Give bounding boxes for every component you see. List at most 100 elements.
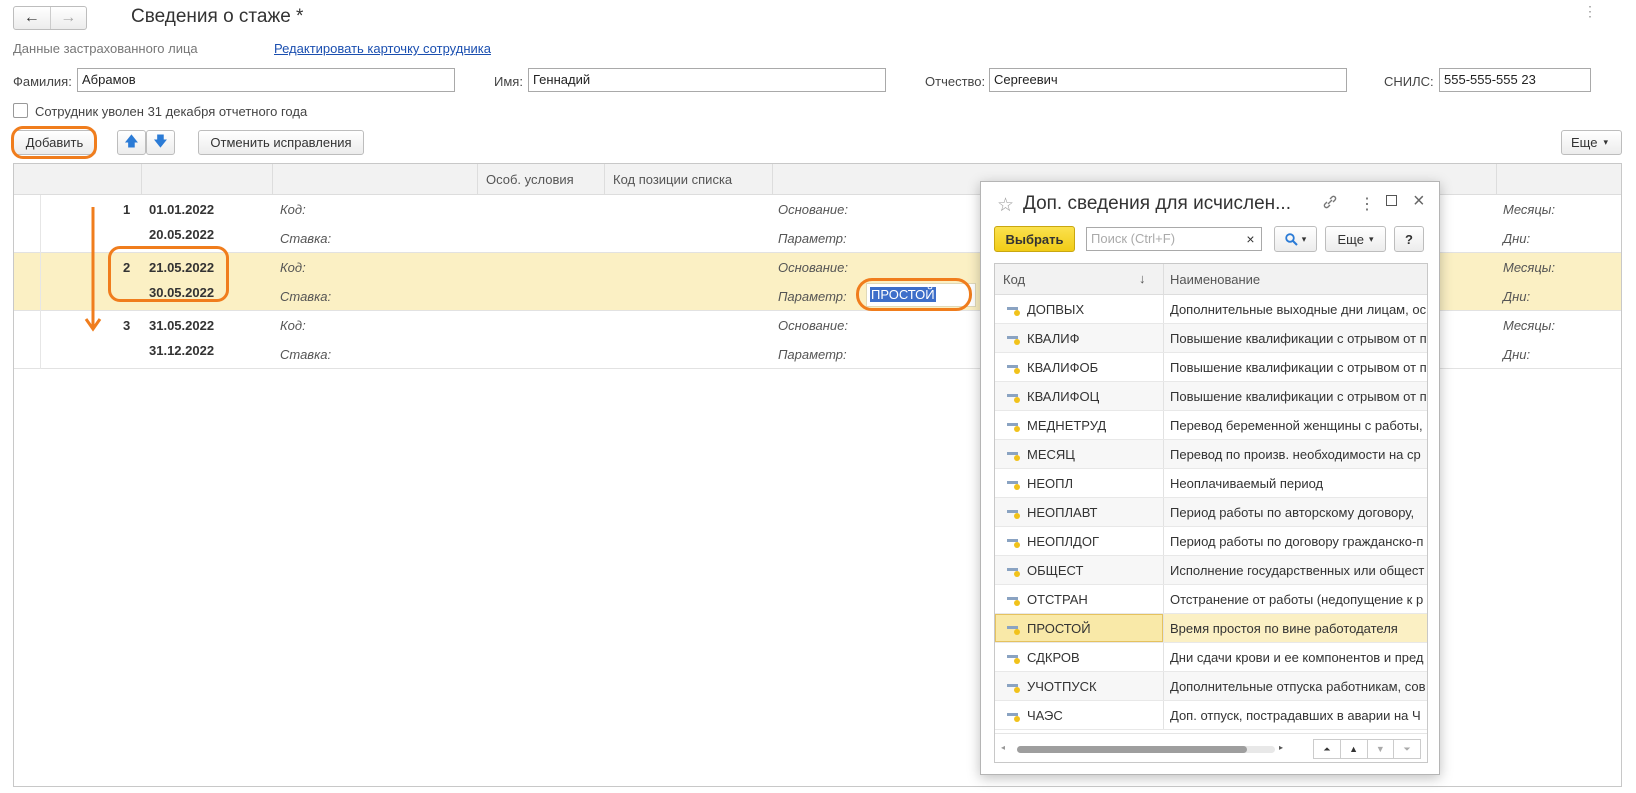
column-divider (1163, 353, 1164, 381)
item-code: УЧОТПУСК (1027, 679, 1097, 694)
column-divider (1163, 382, 1164, 410)
window-menu-icon[interactable]: ⋮ (1583, 4, 1597, 18)
param-highlight (856, 278, 972, 311)
close-icon[interactable]: × (1413, 190, 1425, 213)
start-date[interactable]: 01.01.2022 (149, 202, 214, 217)
col-name-header[interactable]: Наименование (1170, 272, 1260, 287)
name-label: Имя: (494, 74, 523, 89)
catalog-item-icon (1007, 336, 1020, 345)
item-name: Перевод по произв. необходимости на ср (1170, 447, 1421, 462)
list-item[interactable]: КВАЛИФОЦ Повышение квалификации с отрывом… (995, 382, 1427, 411)
snils-field[interactable]: 555-555-555 23 (1439, 68, 1591, 92)
dialog-title: Доп. сведения для исчислен... (1023, 193, 1291, 214)
edit-employee-link[interactable]: Редактировать карточку сотрудника (274, 41, 491, 56)
more-button[interactable]: Еще ▾ (1561, 130, 1622, 155)
dialog-menu-icon[interactable]: ⋮ (1359, 194, 1375, 214)
list-item[interactable]: НЕОПЛ Неоплачиваемый период (995, 469, 1427, 498)
list-item[interactable]: УЧОТПУСК Дополнительные отпуска работника… (995, 672, 1427, 701)
catalog-item-icon (1007, 423, 1020, 432)
scroll-left-icon[interactable]: ◂ (1001, 743, 1005, 752)
end-date[interactable]: 20.05.2022 (149, 227, 214, 242)
catalog-item-icon (1007, 452, 1020, 461)
move-down-icon[interactable]: 🡇 (146, 130, 175, 155)
dialog-more-button[interactable]: Еще ▾ (1325, 226, 1386, 252)
dismissed-label: Сотрудник уволен 31 декабря отчетного го… (35, 104, 308, 119)
name-field[interactable]: Геннадий (528, 68, 886, 92)
param-label: Параметр: (778, 347, 847, 362)
end-date[interactable]: 31.12.2022 (149, 343, 214, 358)
start-date[interactable]: 31.05.2022 (149, 318, 214, 333)
list-item[interactable]: ОБЩЕСТ Исполнение государственных или общ… (995, 556, 1427, 585)
list-item[interactable]: НЕОПЛАВТ Период работы по авторскому дого… (995, 498, 1427, 527)
col-code-header[interactable]: Код (1003, 272, 1025, 287)
sort-desc-icon[interactable]: ↓ (1139, 271, 1146, 286)
list-item[interactable]: ОТСТРАН Отстранение от работы (недопущени… (995, 585, 1427, 614)
forward-arrow-icon[interactable]: → (49, 7, 87, 29)
chevron-down-icon: ▾ (1603, 137, 1608, 147)
code-label: Код: (280, 260, 306, 275)
prev-page-icon[interactable]: ▲ (1341, 740, 1368, 758)
patronymic-field[interactable]: Сергеевич (989, 68, 1347, 92)
favorite-star-icon[interactable]: ☆ (997, 194, 1014, 217)
search-input[interactable]: Поиск (Ctrl+F) (1086, 227, 1262, 251)
row-number: 1 (123, 202, 131, 217)
header-special-conditions[interactable]: Особ. условия (477, 164, 604, 195)
item-code: ПРОСТОЙ (1027, 621, 1091, 636)
item-name: Дни сдачи крови и ее компонентов и пред (1170, 650, 1424, 665)
list-item[interactable]: ДОПВЫХ Дополнительные выходные дни лицам,… (995, 295, 1427, 324)
list-footer: ◂ ▸ ⏶ ▲ ▼ ⏷ (995, 733, 1427, 762)
item-code: КВАЛИФОЦ (1027, 389, 1100, 404)
param-label: Параметр: (778, 231, 847, 246)
last-page-icon[interactable]: ⏷ (1394, 740, 1420, 758)
surname-label: Фамилия: (13, 74, 72, 89)
header-list-position[interactable]: Код позиции списка (604, 164, 772, 195)
months-label: Месяцы: (1503, 202, 1555, 217)
list-item-selected[interactable]: ПРОСТОЙ Время простоя по вине работодател… (995, 614, 1427, 643)
dismissed-checkbox[interactable] (13, 103, 28, 118)
select-button[interactable]: Выбрать (994, 226, 1075, 252)
chevron-down-icon: ▾ (1301, 233, 1307, 244)
scroll-right-icon[interactable]: ▸ (1279, 743, 1283, 752)
catalog-item-icon (1007, 307, 1020, 316)
move-up-icon[interactable]: 🡅 (117, 130, 146, 155)
back-arrow-icon[interactable]: ← (14, 7, 50, 29)
chevron-down-icon: ▾ (1368, 233, 1374, 244)
codes-list: Код ↓ Наименование ДОПВЫХ Дополнительные … (994, 263, 1428, 763)
catalog-item-icon (1007, 655, 1020, 664)
column-divider (1163, 411, 1164, 439)
surname-field[interactable]: Абрамов (77, 68, 455, 92)
list-item[interactable]: МЕСЯЦ Перевод по произв. необходимости на… (995, 440, 1427, 469)
patronymic-label: Отчество: (925, 74, 986, 89)
link-icon[interactable] (1322, 194, 1338, 215)
item-name: Повышение квалификации с отрывом от п (1170, 331, 1427, 346)
section-label: Данные застрахованного лица (13, 41, 198, 56)
maximize-icon[interactable] (1386, 195, 1397, 206)
list-item[interactable]: КВАЛИФ Повышение квалификации с отрывом о… (995, 324, 1427, 353)
list-item[interactable]: МЕДНЕТРУД Перевод беременной женщины с ра… (995, 411, 1427, 440)
column-divider (1163, 264, 1164, 295)
list-item[interactable]: НЕОПЛДОГ Период работы по договору гражда… (995, 527, 1427, 556)
search-icon (1285, 232, 1298, 246)
basis-label: Основание: (778, 318, 848, 333)
item-name: Дополнительные отпуска работникам, сов (1170, 679, 1426, 694)
cancel-corrections-button[interactable]: Отменить исправления (198, 130, 364, 155)
next-page-icon[interactable]: ▼ (1368, 740, 1395, 758)
list-item[interactable]: ЧАЭС Доп. отпуск, пострадавших в аварии н… (995, 701, 1427, 730)
months-label: Месяцы: (1503, 260, 1555, 275)
list-navigation: ⏶ ▲ ▼ ⏷ (1313, 739, 1421, 759)
first-page-icon[interactable]: ⏶ (1314, 740, 1341, 758)
column-divider (1163, 643, 1164, 671)
horizontal-scrollbar[interactable] (1017, 746, 1275, 753)
catalog-item-icon (1007, 626, 1020, 635)
column-divider (1163, 440, 1164, 468)
list-item[interactable]: СДКРОВ Дни сдачи крови и ее компонентов и… (995, 643, 1427, 672)
help-button[interactable]: ? (1394, 226, 1424, 252)
list-item[interactable]: КВАЛИФОБ Повышение квалификации с отрывом… (995, 353, 1427, 382)
clear-search-icon[interactable]: × (1240, 228, 1261, 250)
column-divider (1163, 527, 1164, 555)
item-name: Перевод беременной женщины с работы, (1170, 418, 1423, 433)
column-divider (1163, 701, 1164, 729)
page-title: Сведения о стаже * (131, 6, 304, 27)
search-button[interactable]: ▾ (1274, 226, 1317, 252)
catalog-item-icon (1007, 539, 1020, 548)
